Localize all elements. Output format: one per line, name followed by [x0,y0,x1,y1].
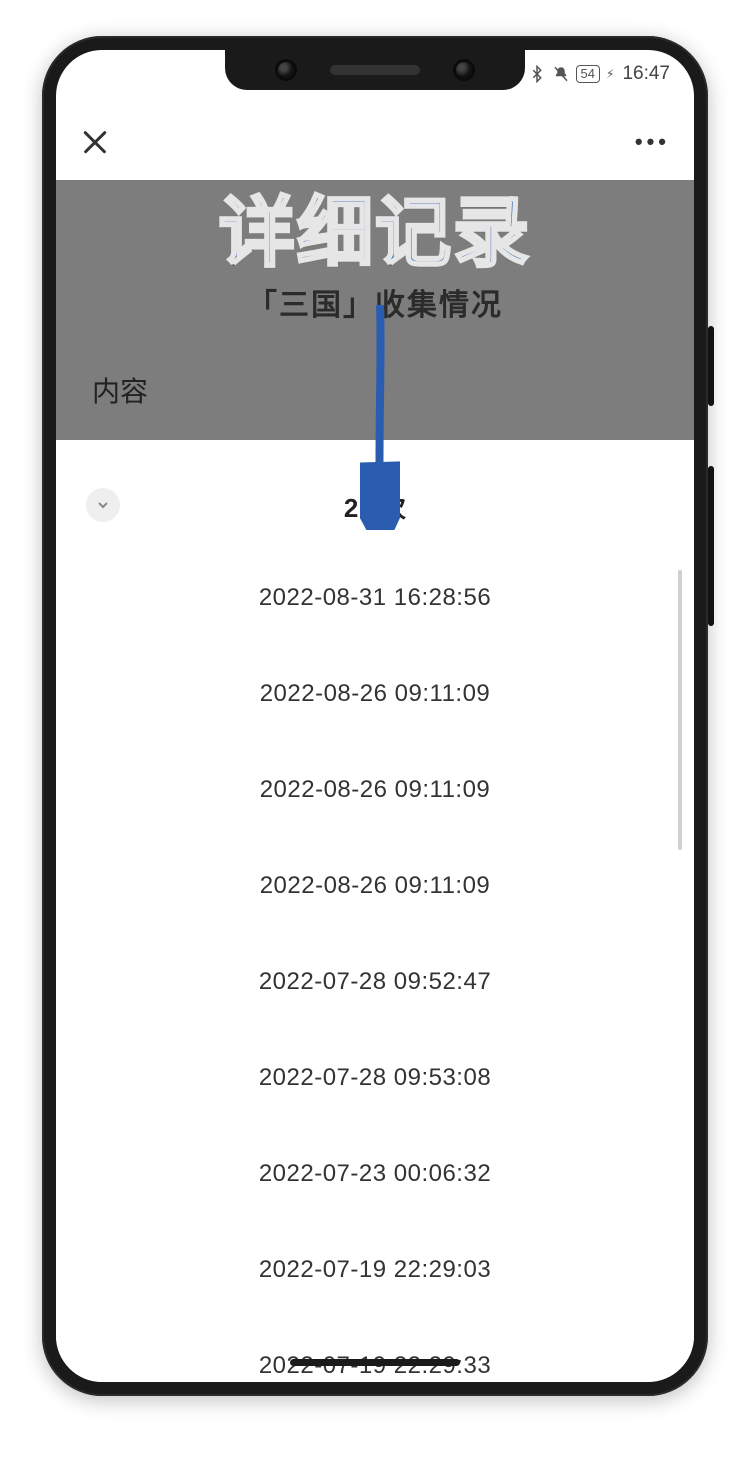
record-row[interactable]: 2022-07-19 22:29:03 [56,1222,694,1318]
record-timestamp: 2022-07-28 09:53:08 [259,1064,491,1092]
speaker-grille [330,65,420,75]
content-section-label: 内容 [92,370,148,410]
record-timestamp: 2022-08-31 16:28:56 [259,584,491,612]
close-button[interactable] [80,127,110,157]
record-row[interactable]: 2022-07-23 00:06:32 [56,1126,694,1222]
record-row[interactable]: 2022-08-26 09:11:09 [56,742,694,838]
records-count: 21 次 [56,488,694,525]
record-row[interactable]: 2022-08-26 09:11:09 [56,838,694,934]
screen: 54 ⚡︎ 16:47 ••• 「三国」收集情况 内容 [56,50,694,1382]
front-camera-icon [278,62,294,78]
battery-indicator: 54 [576,65,600,83]
more-button[interactable]: ••• [635,129,670,155]
side-button [708,326,714,406]
header-panel: 「三国」收集情况 内容 [56,180,694,440]
records-card: 21 次 2022-08-31 16:28:56 2022-08-26 09:1… [56,440,694,1382]
mute-icon [552,65,570,83]
record-timestamp: 2022-07-19 22:29:33 [259,1352,491,1380]
bluetooth-icon [528,65,546,83]
device-notch [225,50,525,90]
record-timestamp: 2022-08-26 09:11:09 [260,680,491,708]
status-bar: 54 ⚡︎ 16:47 [504,60,670,88]
front-camera-icon [456,62,472,78]
battery-charge-icon: ⚡︎ [606,67,614,81]
phone-frame: 54 ⚡︎ 16:47 ••• 「三国」收集情况 内容 [42,36,708,1396]
records-list[interactable]: 2022-08-31 16:28:56 2022-08-26 09:11:09 … [56,550,694,1382]
battery-level: 54 [581,66,595,82]
side-button [708,466,714,626]
record-timestamp: 2022-08-26 09:11:09 [260,776,491,804]
record-timestamp: 2022-07-23 00:06:32 [259,1160,491,1188]
record-row[interactable]: 2022-08-31 16:28:56 [56,550,694,646]
record-timestamp: 2022-07-28 09:52:47 [259,968,491,996]
home-indicator[interactable] [290,1359,460,1366]
record-row[interactable]: 2022-07-19 22:29:33 [56,1318,694,1382]
record-row[interactable]: 2022-08-26 09:11:09 [56,646,694,742]
scrollbar[interactable] [678,570,682,850]
page-title: 「三国」收集情况 [56,280,694,324]
record-row[interactable]: 2022-07-28 09:53:08 [56,1030,694,1126]
nav-bar: ••• [56,104,694,180]
record-timestamp: 2022-07-19 22:29:03 [259,1256,491,1284]
record-row[interactable]: 2022-07-28 09:52:47 [56,934,694,1030]
status-time: 16:47 [622,63,670,85]
record-timestamp: 2022-08-26 09:11:09 [260,872,491,900]
